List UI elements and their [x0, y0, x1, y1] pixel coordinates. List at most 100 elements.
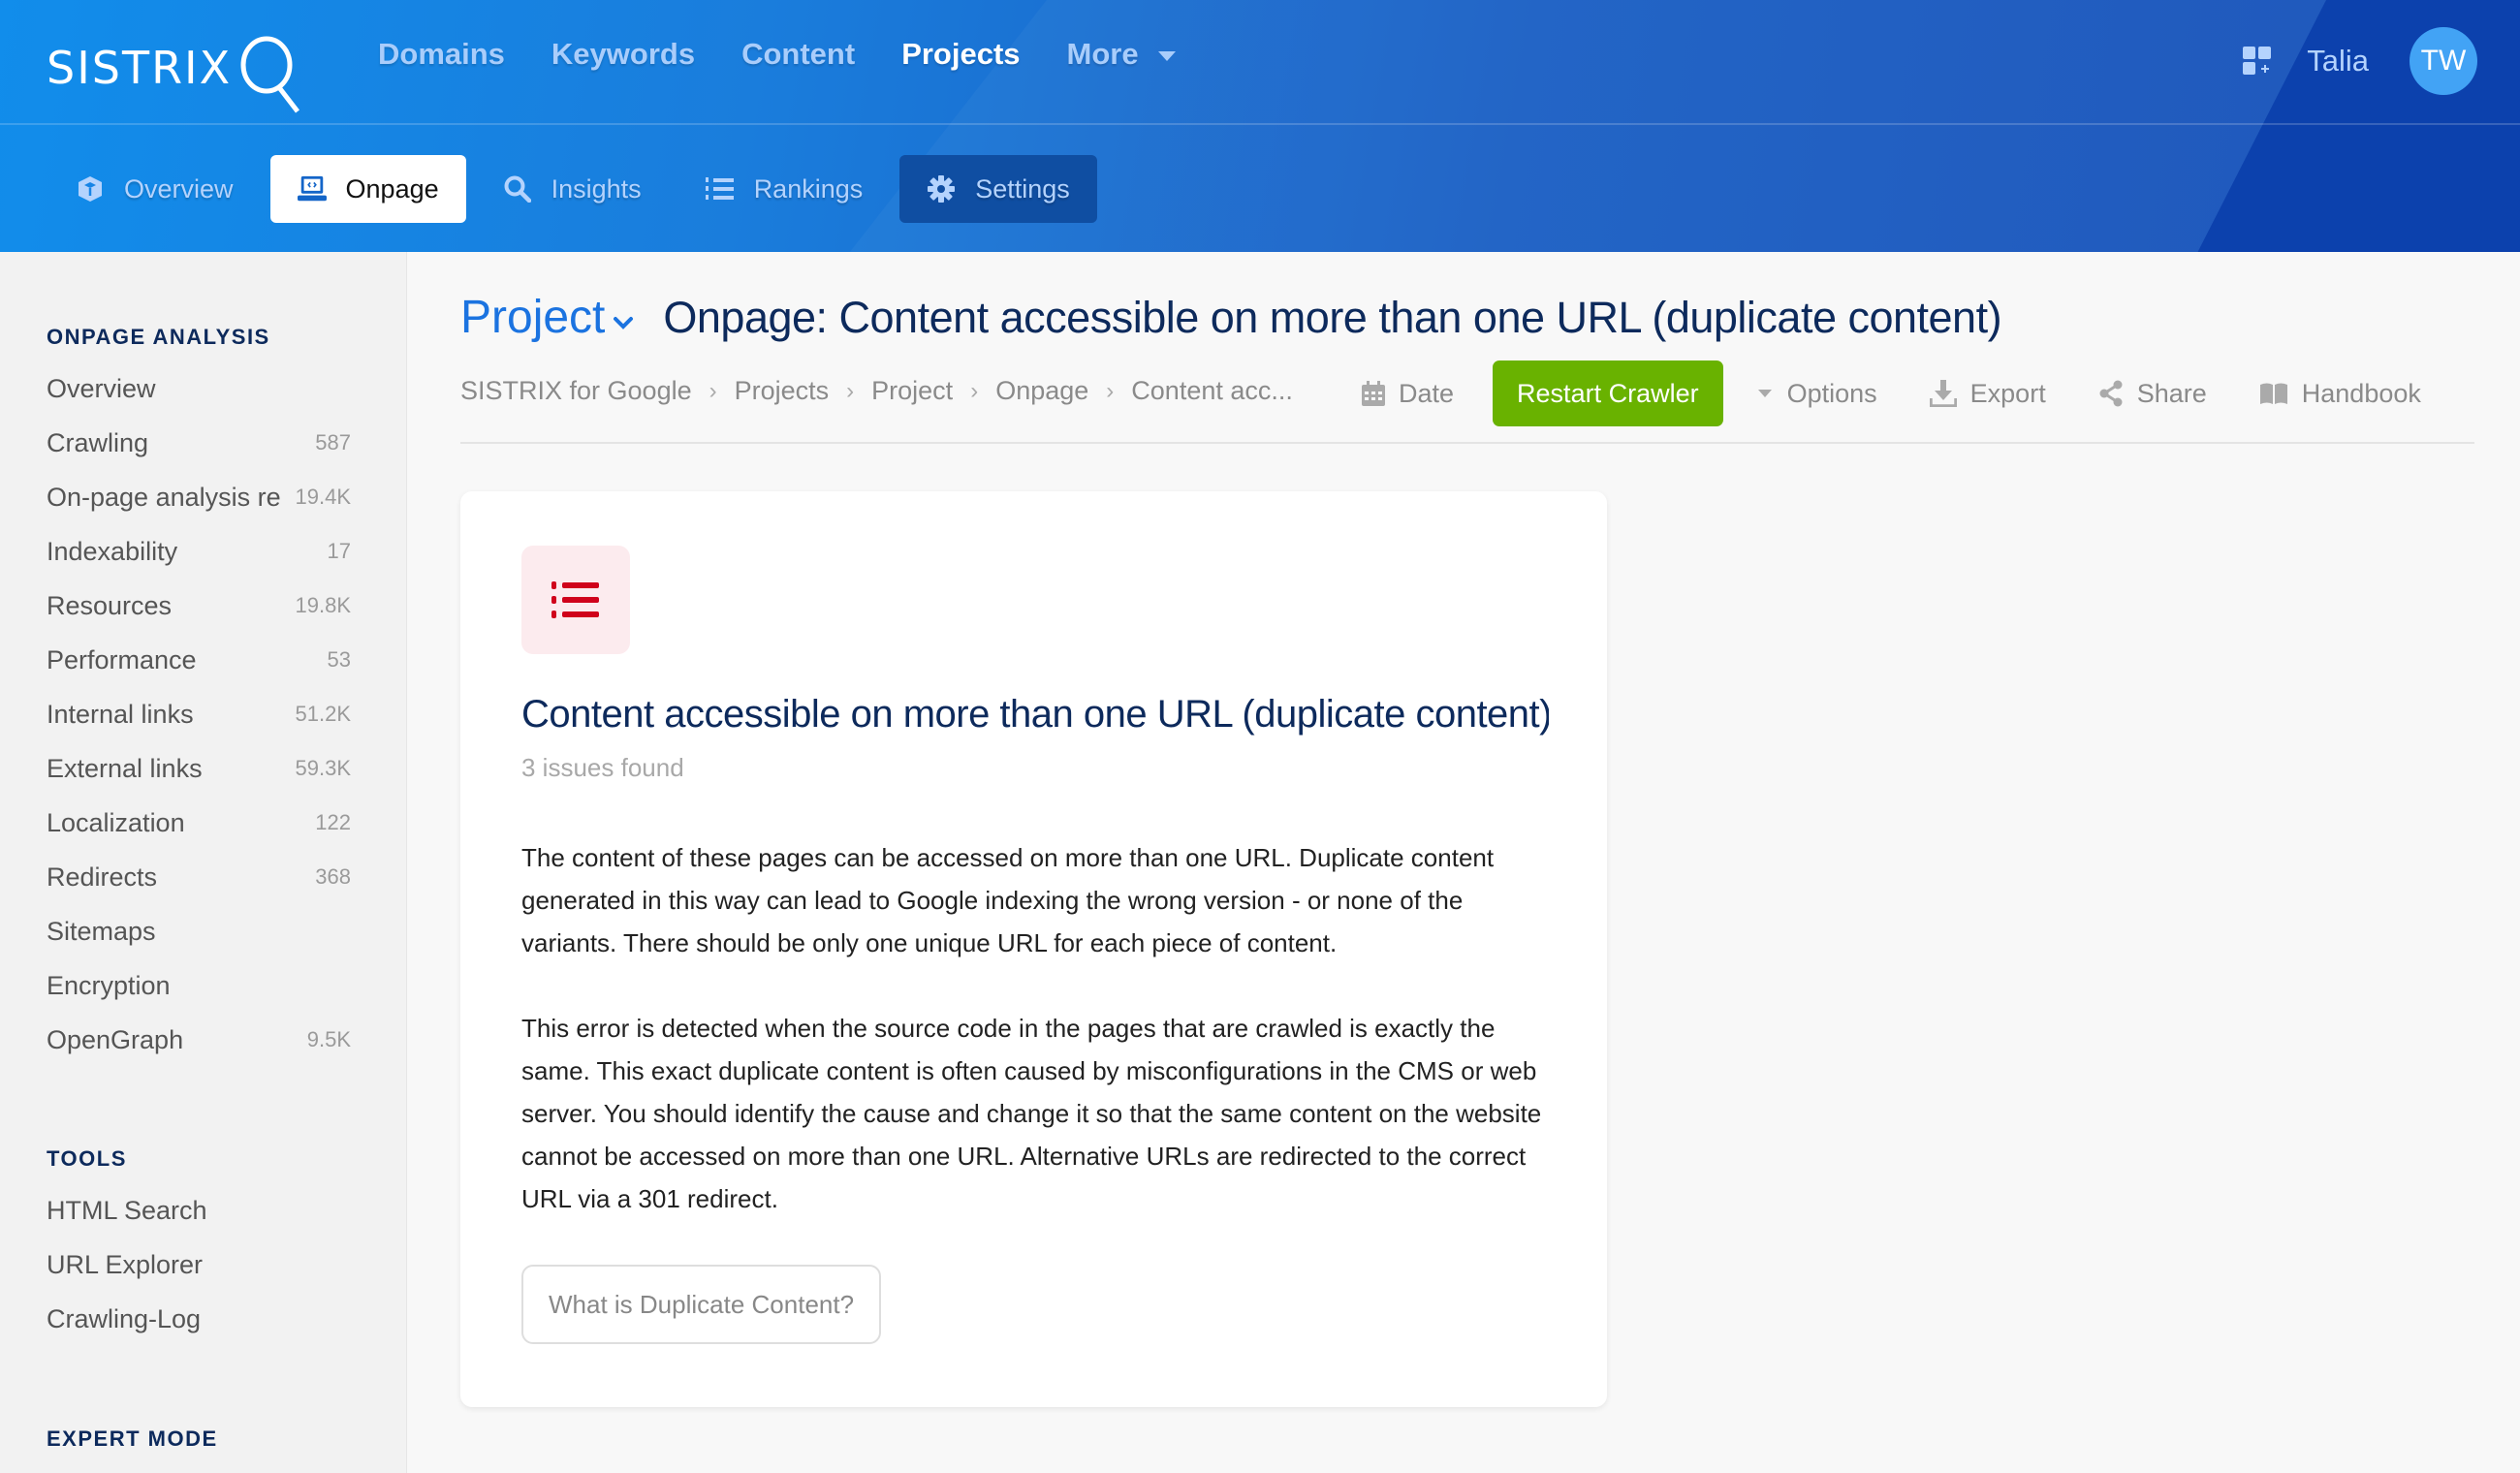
sidebar-onpage-list: Overview Crawling 587 On-page analysis re… [47, 361, 351, 1067]
export-label: Export [1969, 378, 2046, 408]
sidebar-item-url-explorer[interactable]: URL Explorer [47, 1238, 351, 1292]
share-button[interactable]: Share [2098, 379, 2207, 409]
breadcrumb-current: Content acc... [1131, 376, 1293, 405]
page-heading: Onpage: Content accessible on more than … [663, 292, 2002, 342]
sidebar-item-count: 19.4K [295, 485, 352, 509]
breadcrumb-separator-icon: › [970, 377, 979, 404]
tab-label: Onpage [345, 173, 439, 204]
nav-keywords[interactable]: Keywords [551, 37, 695, 72]
project-switcher[interactable]: Project [460, 291, 634, 344]
issue-card: Content accessible on more than one URL … [460, 491, 1607, 1407]
caret-down-icon [1157, 51, 1176, 61]
list-icon [521, 546, 630, 654]
logo-text: SISTRIX [47, 42, 233, 94]
sidebar-item-localization[interactable]: Localization 122 [47, 796, 351, 850]
export-button[interactable]: Export [1929, 378, 2046, 409]
ordered-list-icon [705, 174, 735, 204]
tab-onpage[interactable]: Onpage [269, 155, 466, 223]
sidebar-item-sitemaps[interactable]: Sitemaps [47, 904, 351, 958]
date-button[interactable]: Date [1362, 379, 1454, 409]
breadcrumb-separator-icon: › [846, 377, 855, 404]
tab-settings[interactable]: Settings [899, 155, 1097, 223]
sidebar-item-overview[interactable]: Overview [47, 361, 351, 416]
tab-overview[interactable]: Overview [48, 155, 261, 223]
gear-icon [927, 174, 956, 204]
sidebar-item-label: Crawling-Log [47, 1303, 202, 1333]
issue-title: Content accessible on more than one URL … [521, 693, 1549, 736]
sidebar-item-count: 368 [315, 864, 351, 889]
breadcrumb-separator-icon: › [1106, 377, 1115, 404]
chevron-down-icon [614, 316, 634, 329]
sidebar-item-label: OpenGraph [47, 1024, 184, 1054]
options-button[interactable]: Options [1756, 379, 1877, 409]
sidebar-item-indexability[interactable]: Indexability 17 [47, 524, 351, 579]
sidebar-item-label: Internal links [47, 699, 194, 729]
options-label: Options [1786, 378, 1877, 408]
book-icon [2259, 382, 2288, 405]
breadcrumb-project[interactable]: Project [871, 376, 953, 406]
sidebar-heading-expert-mode[interactable]: EXPERT MODE [47, 1426, 218, 1452]
nav-label: Content [741, 37, 856, 71]
sidebar-item-count: 51.2K [295, 702, 352, 726]
sidebar-item-label: HTML Search [47, 1195, 207, 1225]
nav-more[interactable]: More [1067, 37, 1176, 72]
laptop-code-icon [297, 174, 327, 204]
sidebar-item-opengraph[interactable]: OpenGraph 9.5K [47, 1013, 351, 1067]
apps-add-icon[interactable] [2243, 47, 2272, 76]
user-name[interactable]: Talia [2307, 44, 2369, 78]
sidebar-item-redirects[interactable]: Redirects 368 [47, 850, 351, 904]
handbook-label: Handbook [2301, 378, 2421, 408]
breadcrumb-sistrix-for-google[interactable]: SISTRIX for Google [460, 376, 692, 406]
caret-down-icon [1756, 388, 1774, 399]
tab-label: Overview [124, 173, 234, 204]
description-paragraph: The content of these pages can be access… [521, 843, 1495, 957]
sidebar-item-label: Overview [47, 373, 156, 403]
sidebar-item-onpage-analysis-results[interactable]: On-page analysis re 19.4K [47, 470, 351, 524]
breadcrumb-separator-icon: › [709, 377, 717, 404]
sidebar-item-label: URL Explorer [47, 1249, 204, 1279]
nav-content[interactable]: Content [741, 37, 855, 72]
sidebar-item-count: 122 [315, 810, 351, 834]
issue-description: The content of these pages can be access… [521, 836, 1559, 1263]
sidebar-item-external-links[interactable]: External links 59.3K [47, 741, 351, 796]
sidebar-item-encryption[interactable]: Encryption [47, 958, 351, 1013]
tab-insights[interactable]: Insights [476, 155, 669, 223]
sidebar-item-performance[interactable]: Performance 53 [47, 633, 351, 687]
tab-label: Settings [975, 173, 1070, 204]
sidebar-item-label: Encryption [47, 970, 171, 1000]
what-is-duplicate-content-button[interactable]: What is Duplicate Content? [521, 1265, 882, 1344]
sidebar-item-html-search[interactable]: HTML Search [47, 1183, 351, 1238]
header-divider [0, 123, 2520, 125]
sidebar-item-count: 9.5K [306, 1027, 351, 1051]
avatar[interactable]: TW [2410, 27, 2477, 95]
top-header: SISTRIX Domains Keywords Content Project… [0, 0, 2520, 252]
tab-rankings[interactable]: Rankings [678, 155, 891, 223]
handbook-button[interactable]: Handbook [2259, 379, 2421, 409]
restart-crawler-button[interactable]: Restart Crawler [1493, 360, 1723, 426]
sidebar-item-internal-links[interactable]: Internal links 51.2K [47, 687, 351, 741]
sidebar-item-label: Crawling [47, 427, 149, 457]
sistrix-logo[interactable]: SISTRIX [47, 29, 305, 113]
nav-domains[interactable]: Domains [378, 37, 505, 72]
project-subnav: Overview Onpage Insights Rankings Settin… [48, 155, 1097, 223]
nav-label: Domains [378, 37, 505, 71]
sidebar-item-crawling[interactable]: Crawling 587 [47, 416, 351, 470]
tab-label: Rankings [753, 173, 864, 204]
user-area: Talia TW [2243, 27, 2477, 95]
sidebar-item-label: Performance [47, 644, 197, 674]
breadcrumb-projects[interactable]: Projects [735, 376, 830, 406]
nav-projects[interactable]: Projects [901, 37, 1020, 72]
description-paragraph: This error is detected when the source c… [521, 1014, 1542, 1213]
sidebar-heading-tools: TOOLS [47, 1146, 127, 1171]
main-nav: Domains Keywords Content Projects More [378, 37, 1176, 72]
breadcrumb-onpage[interactable]: Onpage [995, 376, 1088, 406]
sidebar-item-crawling-log[interactable]: Crawling-Log [47, 1292, 351, 1346]
sidebar-item-count: 53 [327, 647, 351, 672]
download-icon [1929, 380, 1957, 407]
sidebar-item-label: On-page analysis re [47, 482, 281, 512]
page-toolbar: Date Restart Crawler Options Export Shar… [1362, 360, 2421, 426]
sidebar-item-count: 17 [327, 539, 351, 563]
issues-count: 3 issues found [521, 753, 684, 782]
sidebar-item-resources[interactable]: Resources 19.8K [47, 579, 351, 633]
calendar-icon [1362, 381, 1385, 406]
